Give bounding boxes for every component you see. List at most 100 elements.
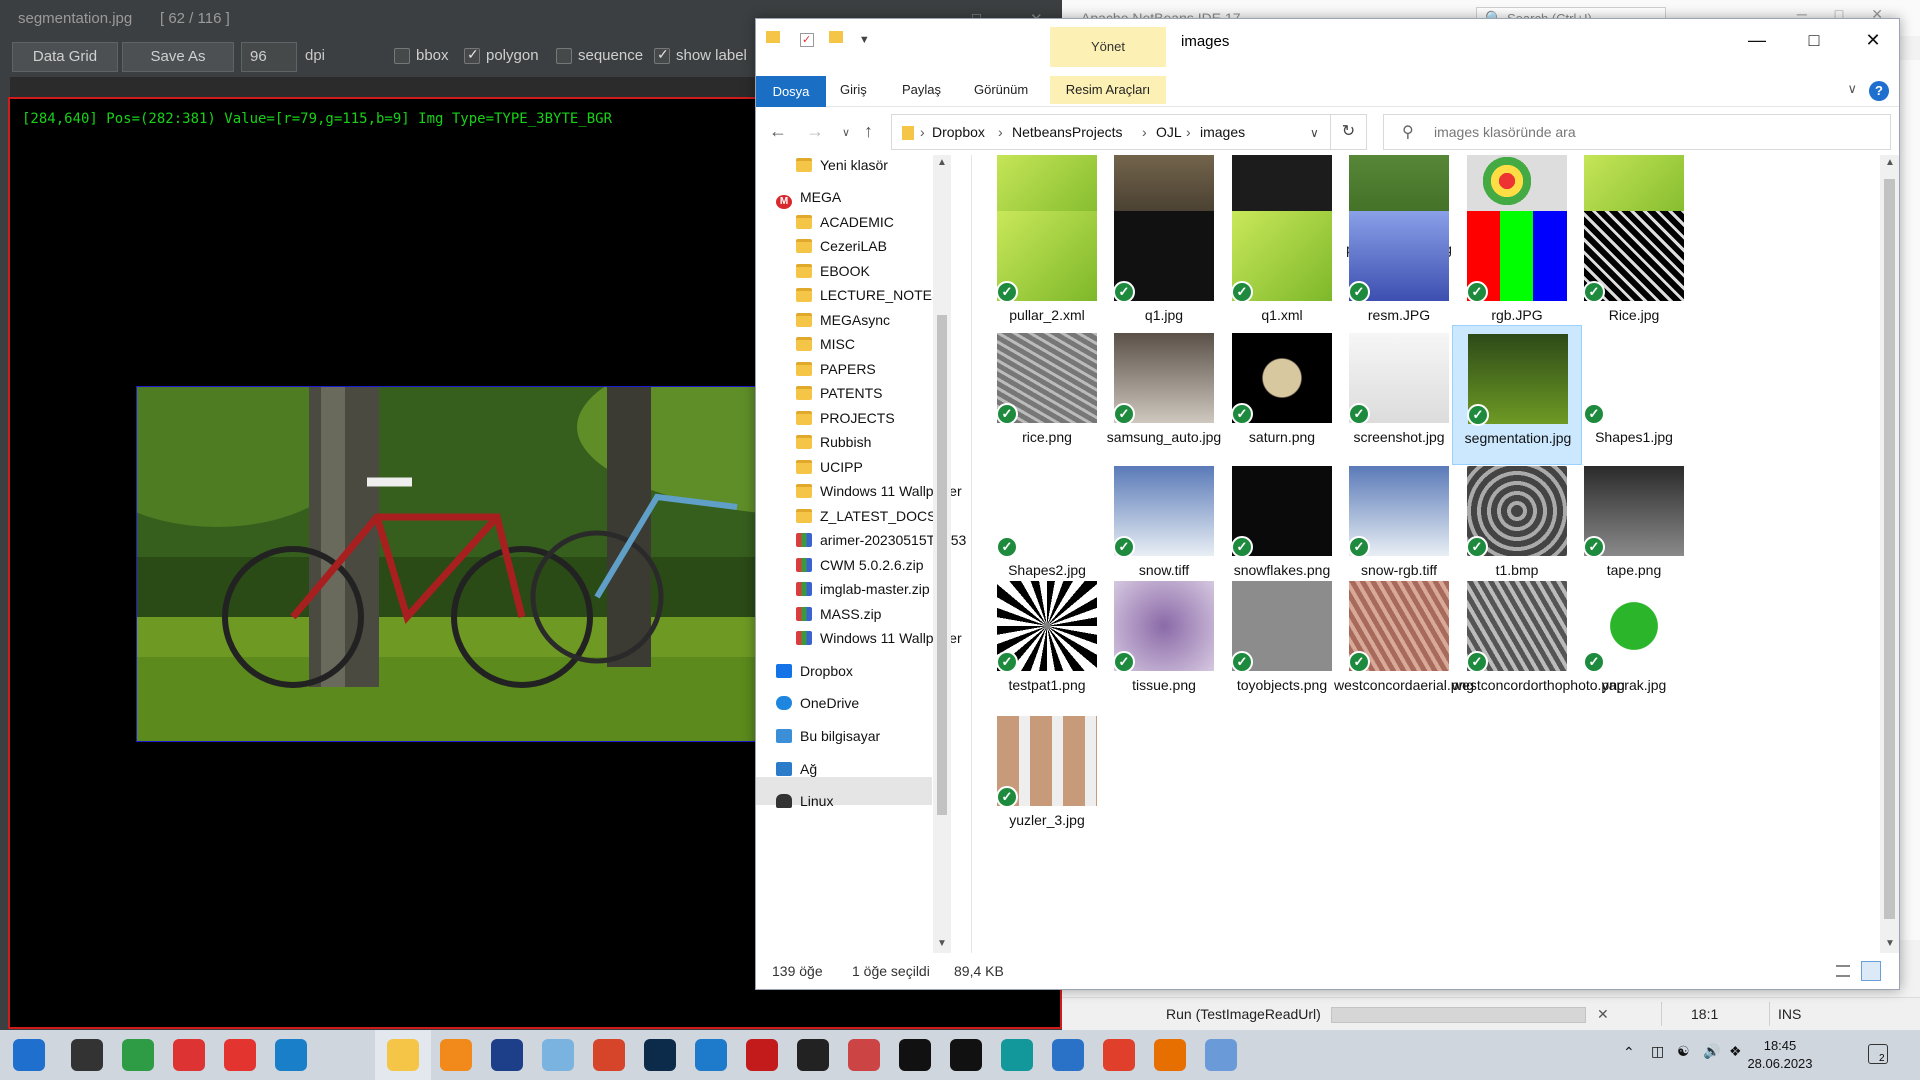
edge-icon[interactable] [275,1039,307,1071]
address-dropdown-icon[interactable]: ∨ [1310,126,1319,140]
file-tile[interactable]: ✓ q1.xml [1217,203,1347,343]
file-tile[interactable]: ✓ q1.jpg [1099,203,1229,343]
foxit-icon[interactable] [1103,1039,1135,1071]
nav-item[interactable]: imglab-master.zip [796,581,930,607]
file-tile[interactable]: ✓ westconcordaerial.png [1334,573,1474,713]
chrome-icon[interactable] [122,1039,154,1071]
nav-item[interactable]: EBOOK [796,263,870,289]
nav-item[interactable]: MISC [796,336,855,362]
file-tile[interactable]: ✓ yuzler_3.jpg [982,708,1112,848]
dpi-input[interactable]: 96 [241,42,297,72]
nav-item[interactable]: Linux [776,793,833,819]
content-scrollbar-thumb[interactable] [1884,179,1895,919]
wifi-icon[interactable]: ☯ [1677,1043,1690,1060]
arduino-icon[interactable] [1001,1039,1033,1071]
details-view-icon[interactable] [1836,965,1850,977]
nav-item[interactable]: Dropbox [776,663,853,689]
file-tile[interactable]: ✓ screenshot.jpg [1334,325,1464,465]
nav-item[interactable]: CezeriLAB [796,238,887,264]
address-bar[interactable]: › Dropbox › NetbeansProjects › OJL › ima… [891,114,1331,150]
nav-item[interactable]: Bu bilgisayar [776,728,880,754]
volume-icon[interactable]: 🔊 [1703,1043,1720,1060]
start-icon[interactable] [13,1039,45,1071]
large-icons-view-icon[interactable] [1861,961,1881,981]
file-tile[interactable]: ✓ testpat1.png [982,573,1112,713]
nav-item[interactable]: Z_LATEST_DOCS [796,508,936,534]
minimize-icon[interactable]: — [1746,29,1768,51]
file-explorer-icon[interactable] [387,1039,419,1071]
folder-search-input[interactable]: ⚲ images klasöründe ara [1383,114,1891,150]
tab-file[interactable]: Dosya [756,76,826,107]
nav-item[interactable]: Yeni klasör [796,157,888,183]
scroll-down-icon[interactable]: ▼ [937,938,947,949]
clock[interactable]: 18:45 28.06.2023 [1735,1037,1825,1073]
task-view-icon[interactable] [71,1039,103,1071]
nav-item[interactable]: OneDrive [776,695,859,721]
wordweb-icon[interactable] [491,1039,523,1071]
help-icon[interactable]: ? [1869,81,1889,101]
refresh-icon[interactable]: ↻ [1331,114,1367,150]
breadcrumb-dropbox[interactable]: Dropbox [932,124,985,140]
nav-item[interactable]: M MEGA [776,189,841,215]
nav-item[interactable]: MEGAsync [796,312,890,338]
new-folder-icon[interactable] [829,31,844,43]
file-tile[interactable]: ✓ Rice.jpg [1569,203,1699,343]
file-tile[interactable]: ✓ rice.png [982,325,1112,465]
vscode-icon[interactable] [695,1039,727,1071]
file-tile[interactable]: ✓ samsung_auto.jpg [1099,325,1229,465]
close-icon[interactable]: ✕ [1862,29,1884,51]
back-arrow-icon[interactable]: ← [769,121,787,142]
nav-item[interactable]: PROJECTS [796,410,895,436]
vlc-icon[interactable] [440,1039,472,1071]
file-tile[interactable]: ✓ pullar_2.xml [982,203,1112,343]
content-scrollbar[interactable]: ▲ ▼ [1880,155,1899,953]
tab-share[interactable]: Paylaş [888,76,955,104]
notifications-icon[interactable]: 2 [1868,1044,1888,1064]
scroll-up-icon[interactable]: ▲ [937,157,947,168]
ribbon-expand-icon[interactable]: ∨ [1847,81,1857,97]
epic-games-icon[interactable] [950,1039,982,1071]
bbox-checkbox[interactable]: bbox [394,47,449,67]
maximize-icon[interactable]: □ [1803,29,1825,51]
java-icon[interactable] [1154,1039,1186,1071]
show-label-checkbox[interactable]: show label [654,46,747,67]
nav-item[interactable]: Ağ [776,761,817,787]
scroll-up-icon[interactable]: ▲ [1885,157,1895,168]
manage-context-tab[interactable]: Yönet [1050,27,1166,67]
file-tile[interactable]: ✓ Shapes1.jpg [1569,325,1699,465]
gitkraken-icon[interactable] [173,1039,205,1071]
sequence-checkbox[interactable]: sequence [556,47,643,67]
photoshop-icon[interactable] [644,1039,676,1071]
nav-item[interactable]: Rubbish [796,434,871,460]
nav-item[interactable]: ACADEMIC [796,214,894,240]
anydesk-icon[interactable] [224,1039,256,1071]
paint-icon[interactable] [848,1039,880,1071]
nav-item[interactable]: PATENTS [796,385,883,411]
nav-item[interactable]: CWM 5.0.2.6.zip [796,557,923,583]
nav-scrollbar-thumb[interactable] [937,315,947,815]
git-icon[interactable] [593,1039,625,1071]
notion-icon[interactable] [899,1039,931,1071]
paint-net-icon[interactable] [1205,1039,1237,1071]
nav-item[interactable]: PAPERS [796,361,876,387]
file-tile[interactable]: ✓ resm.JPG [1334,203,1464,343]
app-icon[interactable] [1052,1039,1084,1071]
tab-picture-tools[interactable]: Resim Araçları [1050,76,1166,104]
github-icon[interactable] [797,1039,829,1071]
file-tile[interactable]: ✓ rgb.JPG [1452,203,1582,343]
device-icon[interactable]: ◫ [1651,1043,1664,1060]
file-tile[interactable]: ✓ saturn.png [1217,325,1347,465]
data-grid-button[interactable]: Data Grid [12,42,118,72]
properties-icon[interactable]: ✓ [799,33,814,47]
file-tile[interactable]: ✓ segmentation.jpg [1452,325,1582,465]
recent-locations-icon[interactable]: ∨ [842,126,850,139]
box-icon[interactable] [542,1039,574,1071]
recorder-icon[interactable] [746,1039,778,1071]
breadcrumb-images[interactable]: images [1200,124,1245,140]
nav-item[interactable]: UCIPP [796,459,863,485]
nav-item[interactable]: MASS.zip [796,606,881,632]
show-hidden-icons-icon[interactable]: ⌃ [1623,1044,1635,1061]
save-as-button[interactable]: Save As [122,42,234,72]
customize-dropdown-icon[interactable]: ▼ [859,34,870,46]
scroll-down-icon[interactable]: ▼ [1885,938,1895,949]
